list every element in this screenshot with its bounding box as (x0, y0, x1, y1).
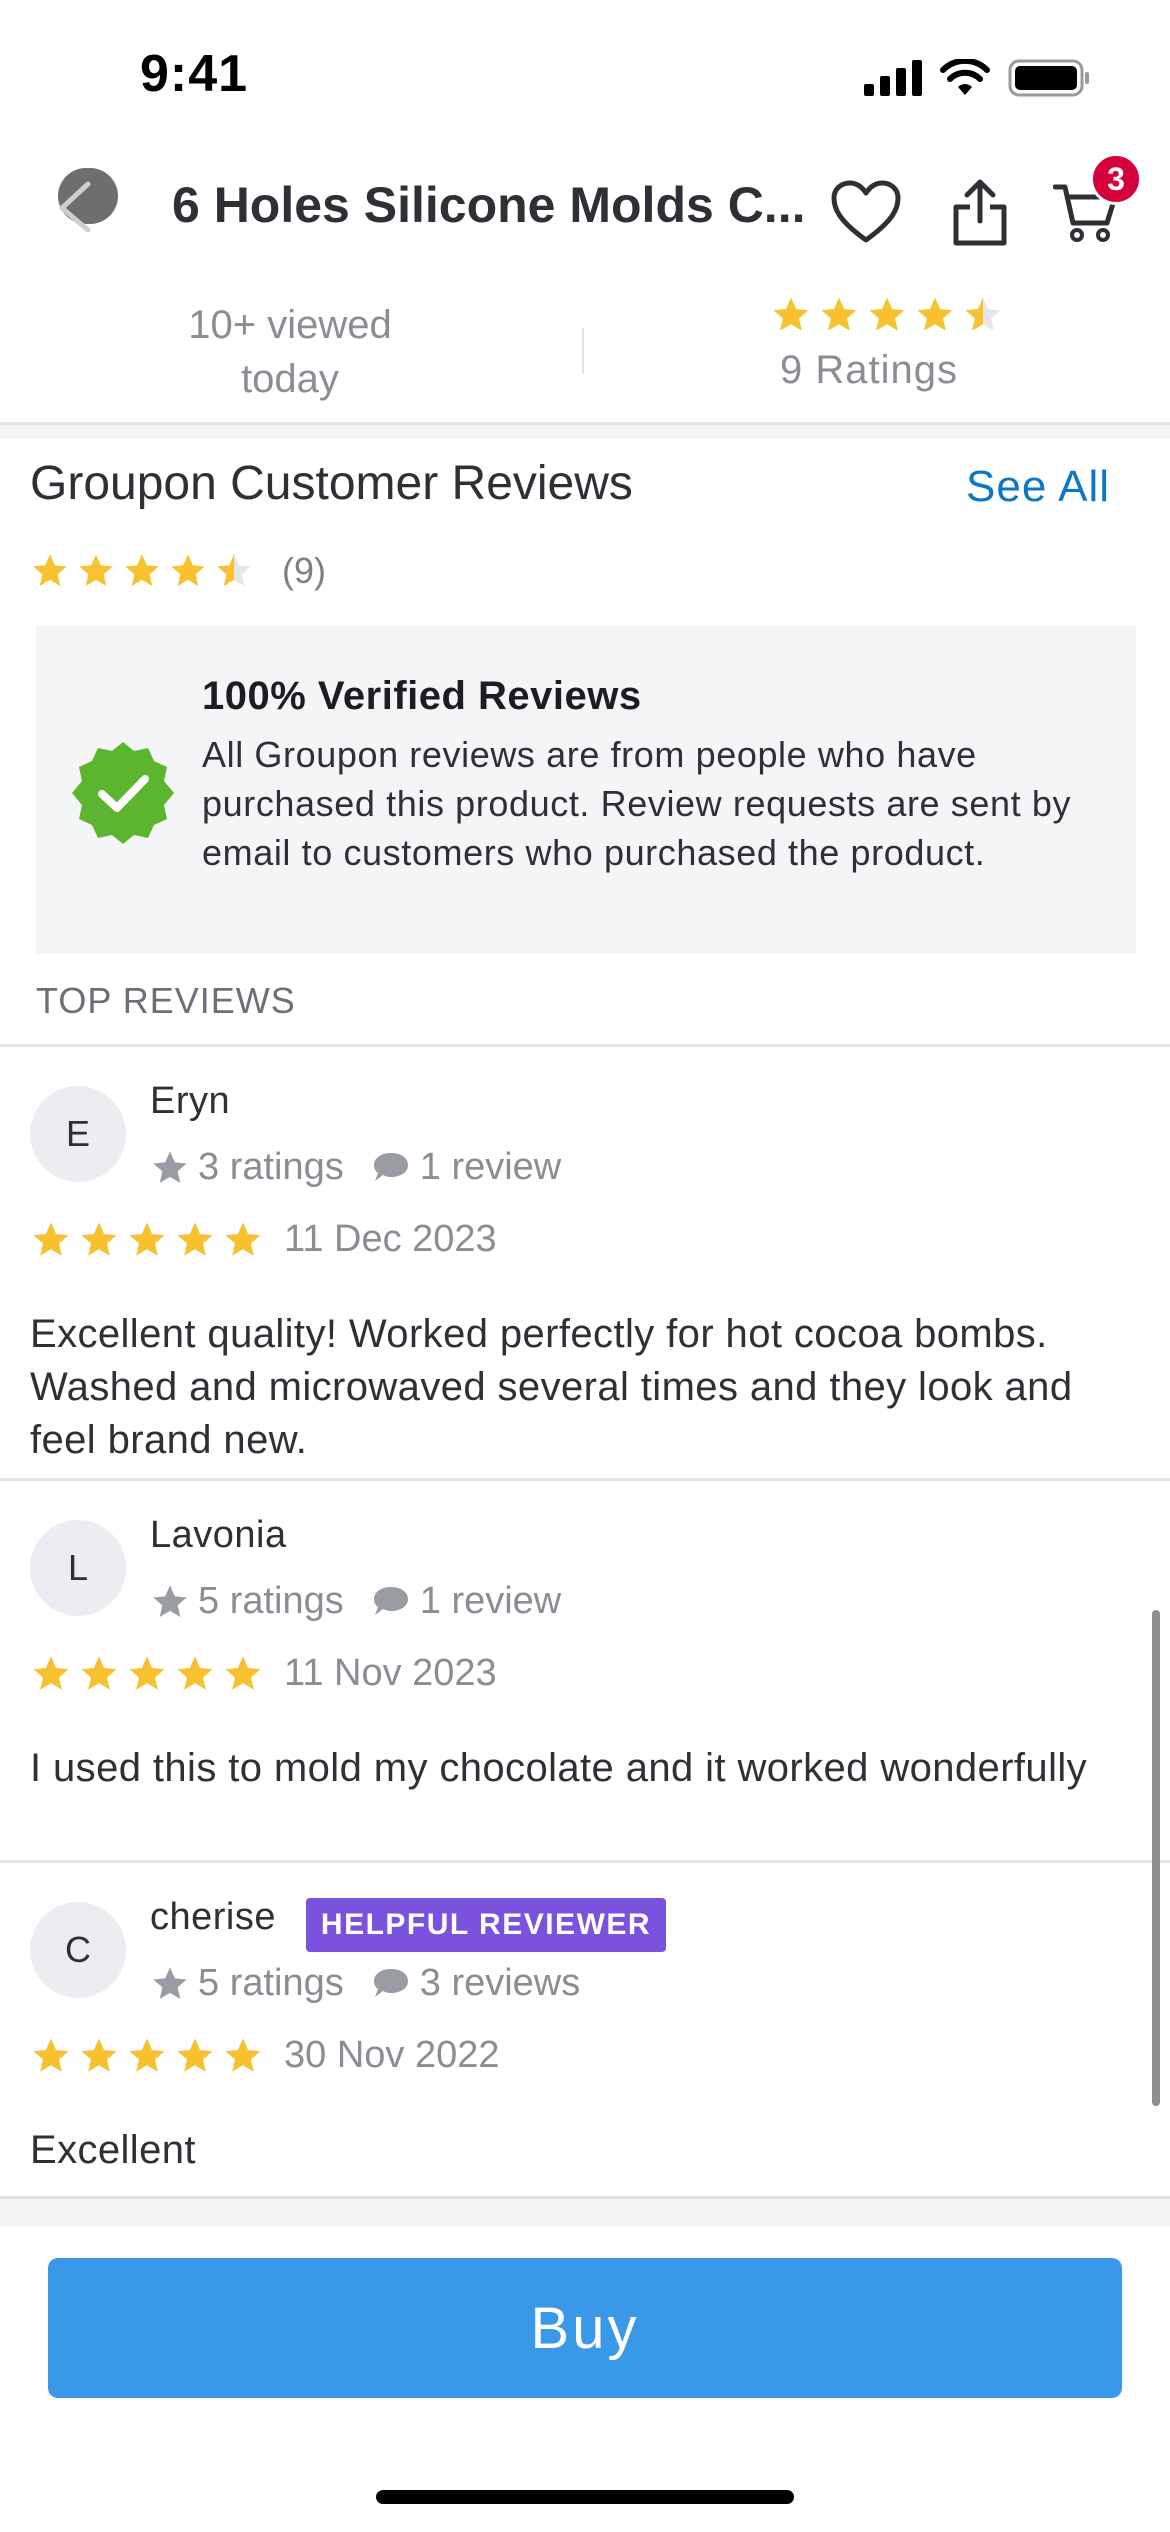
viewed-today: 10+ viewed today (140, 298, 440, 406)
product-summary: 10+ viewed today 9 Ratings (0, 280, 1170, 425)
review-stars (30, 1219, 264, 1261)
see-all-link[interactable]: See All (966, 462, 1110, 512)
reviewer-review-count: 1 review (419, 1580, 562, 1622)
bottom-bar-shade (0, 2199, 1170, 2227)
cart-count-badge: 3 (1090, 153, 1142, 205)
review-date: 30 Nov 2022 (284, 2034, 500, 2076)
overall-review-count: (9) (282, 550, 326, 591)
scrollbar[interactable] (1152, 1610, 1160, 2106)
buy-button[interactable]: Buy (48, 2258, 1122, 2398)
review-stars (30, 2035, 264, 2077)
share-icon (953, 179, 1007, 246)
home-indicator (376, 2490, 794, 2504)
review-item: C cherise HELPFUL REVIEWER 5 ratings 3 r… (0, 1862, 1170, 2192)
viewed-line-1: 10+ viewed (188, 303, 392, 347)
star-icon (33, 2038, 69, 2072)
star-icon (33, 1656, 69, 1690)
star-icon (773, 297, 809, 331)
review-item: E Eryn 3 ratings 1 review 11 Dec 2023 Ex… (0, 1046, 1170, 1478)
reviewer-ratings: 5 ratings (198, 1580, 344, 1622)
summary-stars (770, 294, 1004, 336)
review-body: Excellent quality! Worked perfectly for … (30, 1312, 1073, 1462)
star-icon (153, 1966, 187, 1999)
review-date: 11 Nov 2023 (284, 1652, 497, 1694)
reviewer-review-count: 3 reviews (419, 1962, 581, 2004)
star-icon (869, 297, 905, 331)
review-body: Excellent (30, 2128, 196, 2172)
summary-divider (582, 328, 584, 374)
star-icon (225, 2038, 261, 2072)
verified-reviews-notice: 100% Verified Reviews All Groupon review… (36, 626, 1136, 954)
star-icon (81, 1222, 117, 1256)
star-icon (125, 554, 159, 586)
star-icon (33, 1222, 69, 1256)
heart-icon (831, 180, 901, 243)
reviewer-ratings: 3 ratings (198, 1146, 344, 1188)
reviewer-review-count: 1 review (419, 1146, 562, 1188)
star-icon (177, 1656, 213, 1690)
star-icon (177, 1222, 213, 1256)
review-item: L Lavonia 5 ratings 1 review 11 Nov 2023… (0, 1480, 1170, 1860)
status-time: 9:41 (140, 45, 249, 103)
top-reviews-label: TOP REVIEWS (36, 980, 296, 1021)
comment-icon (373, 1968, 408, 1997)
verified-text: All Groupon reviews are from people who … (202, 734, 1072, 873)
star-icon (177, 2038, 213, 2072)
review-rating: 11 Nov 2023 (30, 1652, 497, 1695)
verified-check-icon (72, 742, 174, 844)
nav-bar: 6 Holes Silicone Molds C... (0, 150, 1170, 265)
verified-title: 100% Verified Reviews (202, 674, 642, 718)
viewed-line-2: today (241, 357, 339, 401)
star-icon (171, 554, 205, 586)
status-bar: 9:41 (0, 0, 1170, 150)
star-icon (225, 1656, 261, 1690)
star-icon (129, 2038, 165, 2072)
reviewer-ratings: 5 ratings (198, 1962, 344, 2004)
review-rating: 30 Nov 2022 (30, 2034, 500, 2077)
section-separator (0, 425, 1170, 439)
reviews-section-title: Groupon Customer Reviews (30, 457, 633, 510)
summary-ratings-count[interactable]: 9 Ratings (780, 348, 958, 393)
avatar: L (30, 1520, 126, 1616)
reviewer-name: cherise (150, 1896, 276, 1938)
star-icon (81, 1656, 117, 1690)
star-icon (129, 1656, 165, 1690)
star-icon (153, 1150, 187, 1183)
star-icon (965, 297, 1001, 331)
status-icons (864, 58, 1090, 98)
star-icon (129, 1222, 165, 1256)
reviewer-name: Eryn (150, 1080, 231, 1122)
star-icon (917, 297, 953, 331)
wifi-icon (940, 59, 990, 95)
star-icon (33, 554, 67, 586)
battery-icon (1008, 59, 1089, 97)
comment-icon (373, 1152, 408, 1181)
star-icon (153, 1584, 187, 1617)
review-stars (30, 1653, 264, 1695)
review-body: I used this to mold my chocolate and it … (30, 1746, 1088, 1790)
review-rating: 11 Dec 2023 (30, 1218, 497, 1261)
reviewer-meta: 3 ratings 1 review (150, 1146, 561, 1189)
review-date: 11 Dec 2023 (284, 1218, 497, 1260)
signal-icon (864, 60, 922, 96)
back-arrow-icon (59, 181, 91, 232)
star-icon (821, 297, 857, 331)
product-title: 6 Holes Silicone Molds C... (172, 177, 806, 233)
avatar: C (30, 1902, 126, 1998)
star-icon (217, 554, 251, 586)
reviewer-meta: 5 ratings 1 review (150, 1580, 561, 1623)
star-icon (225, 1222, 261, 1256)
star-icon (79, 554, 113, 586)
star-icon (81, 2038, 117, 2072)
back-button[interactable] (48, 160, 128, 240)
comment-icon (373, 1586, 408, 1615)
overall-stars (30, 551, 254, 591)
avatar: E (30, 1086, 126, 1182)
reviewer-meta: 5 ratings 3 reviews (150, 1962, 580, 2005)
helpful-reviewer-badge: HELPFUL REVIEWER (306, 1898, 666, 1952)
share-button[interactable] (940, 172, 1020, 252)
wishlist-button[interactable] (826, 172, 906, 252)
reviewer-name: Lavonia (150, 1514, 287, 1556)
overall-rating: (9) (30, 550, 326, 592)
